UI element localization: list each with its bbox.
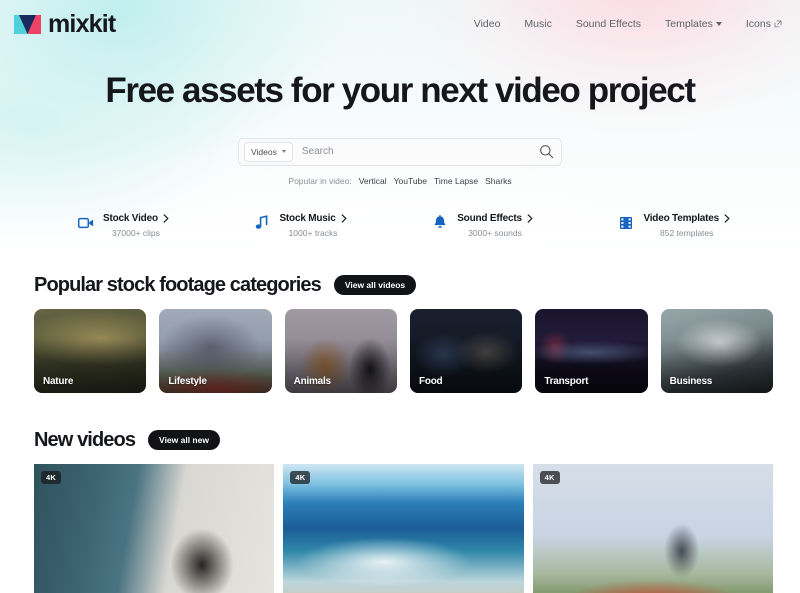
popular-label: Popular in video:: [288, 175, 352, 186]
categories-section-header: Popular stock footage categories View al…: [14, 274, 786, 297]
nav-item-label: Video: [473, 18, 501, 30]
quick-link-title-text: Sound Effects: [457, 212, 522, 224]
quick-link-subtitle: 3000+ sounds: [468, 227, 522, 238]
chevron-down-icon: [715, 22, 722, 26]
quick-link-title-text: Stock Music: [279, 212, 336, 224]
category-card-animals[interactable]: Animals: [284, 308, 397, 393]
quick-link-subtitle: 1000+ tracks: [288, 227, 338, 238]
logo-text: mixkit: [48, 9, 116, 38]
video-camera-icon: [78, 215, 94, 231]
search-scope-select[interactable]: Videos: [244, 141, 293, 162]
search-button[interactable]: [535, 141, 557, 163]
quick-link-subtitle: 852 templates: [660, 227, 714, 238]
video-card[interactable]: 4K: [532, 463, 773, 593]
popular-searches: Popular in video: Vertical YouTube Time …: [0, 176, 800, 186]
quick-link-title: Sound Effects: [457, 213, 533, 225]
search-bar[interactable]: Videos: [238, 137, 562, 166]
video-thumbnail: [34, 463, 275, 593]
music-note-icon: [254, 215, 270, 231]
quick-link-subtitle: 37000+ clips: [111, 227, 160, 238]
quick-link-title: Stock Video: [103, 213, 169, 225]
nav-item-label: Icons: [745, 18, 771, 30]
category-label: Business: [669, 375, 713, 387]
new-videos-section: New videos View all new 4K 4K 4K: [0, 429, 800, 593]
search-input[interactable]: [292, 146, 535, 157]
nav-item-label: Templates: [665, 18, 713, 30]
chevron-right-icon: [163, 214, 169, 223]
chevron-right-icon: [724, 214, 730, 223]
quick-link-stock-music[interactable]: Stock Music 1000+ tracks: [254, 212, 347, 238]
chevron-down-icon: [281, 150, 286, 153]
category-card-business[interactable]: Business: [660, 308, 773, 393]
nav-item-templates[interactable]: Templates: [665, 18, 722, 30]
chevron-right-icon: [527, 214, 533, 223]
category-card-lifestyle[interactable]: Lifestyle: [159, 308, 272, 393]
category-label: Food: [418, 375, 443, 387]
category-label: Lifestyle: [168, 375, 207, 387]
popular-tag-youtube[interactable]: YouTube: [394, 176, 427, 186]
film-strip-icon: [618, 215, 634, 231]
resolution-badge: 4K: [539, 470, 560, 484]
popular-tag-vertical[interactable]: Vertical: [359, 176, 387, 186]
view-all-new-button[interactable]: View all new: [148, 430, 220, 450]
category-card-nature[interactable]: Nature: [34, 308, 147, 393]
nav-item-music[interactable]: Music: [524, 18, 551, 30]
page-title: Free assets for your next video project: [105, 71, 696, 110]
bell-icon: [432, 215, 448, 231]
quick-link-stock-video[interactable]: Stock Video 37000+ clips: [78, 213, 169, 238]
quick-link-video-templates[interactable]: Video Templates 852 templates: [618, 213, 730, 238]
category-label: Animals: [293, 375, 331, 387]
nav-item-icons[interactable]: Icons: [746, 18, 782, 30]
logo[interactable]: mixkit: [14, 9, 116, 38]
video-thumbnail: [283, 463, 524, 593]
chevron-right-icon: [341, 214, 347, 223]
popular-tag-time-lapse[interactable]: Time Lapse: [434, 176, 478, 186]
categories-grid: Nature Lifestyle Animals Food Transport: [14, 308, 786, 393]
new-videos-section-title: New videos: [34, 428, 136, 451]
search-scope-label: Videos: [251, 146, 277, 157]
hero-section: Free assets for your next video project …: [0, 48, 800, 238]
quick-link-title-text: Stock Video: [103, 212, 158, 224]
categories-section: Popular stock footage categories View al…: [0, 274, 800, 393]
category-label: Transport: [544, 375, 589, 387]
category-card-food[interactable]: Food: [409, 308, 523, 393]
video-thumbnail: [532, 463, 773, 593]
quick-links: Stock Video 37000+ clips Stock Music 100…: [70, 213, 730, 238]
new-videos-section-header: New videos View all new: [14, 429, 786, 452]
video-card[interactable]: 4K: [34, 463, 275, 593]
categories-section-title: Popular stock footage categories: [34, 273, 322, 296]
category-card-transport[interactable]: Transport: [535, 308, 648, 393]
page-root: mixkit Video Music Sound Effects Templat…: [0, 0, 800, 593]
resolution-badge: 4K: [290, 470, 311, 484]
quick-link-title: Video Templates: [643, 213, 730, 225]
quick-link-title-text: Video Templates: [643, 212, 719, 224]
nav-item-video[interactable]: Video: [474, 18, 501, 30]
quick-link-sound-effects[interactable]: Sound Effects 3000+ sounds: [432, 213, 533, 238]
nav-item-label: Sound Effects: [575, 18, 642, 30]
category-label: Nature: [43, 375, 74, 387]
site-header: mixkit Video Music Sound Effects Templat…: [0, 0, 800, 48]
video-card[interactable]: 4K: [283, 463, 524, 593]
nav-item-sound-effects[interactable]: Sound Effects: [576, 18, 641, 30]
search-icon: [539, 145, 553, 159]
resolution-badge: 4K: [41, 470, 61, 484]
view-all-videos-button[interactable]: View all videos: [333, 275, 417, 295]
nav-item-label: Music: [524, 18, 552, 30]
quick-link-title: Stock Music: [279, 212, 347, 225]
popular-tag-sharks[interactable]: Sharks: [485, 176, 511, 186]
external-link-icon: [774, 20, 782, 28]
mixkit-logo-mark: [14, 14, 41, 34]
main-nav: Video Music Sound Effects Templates Icon…: [474, 18, 782, 30]
new-videos-grid: 4K 4K 4K: [14, 463, 786, 593]
